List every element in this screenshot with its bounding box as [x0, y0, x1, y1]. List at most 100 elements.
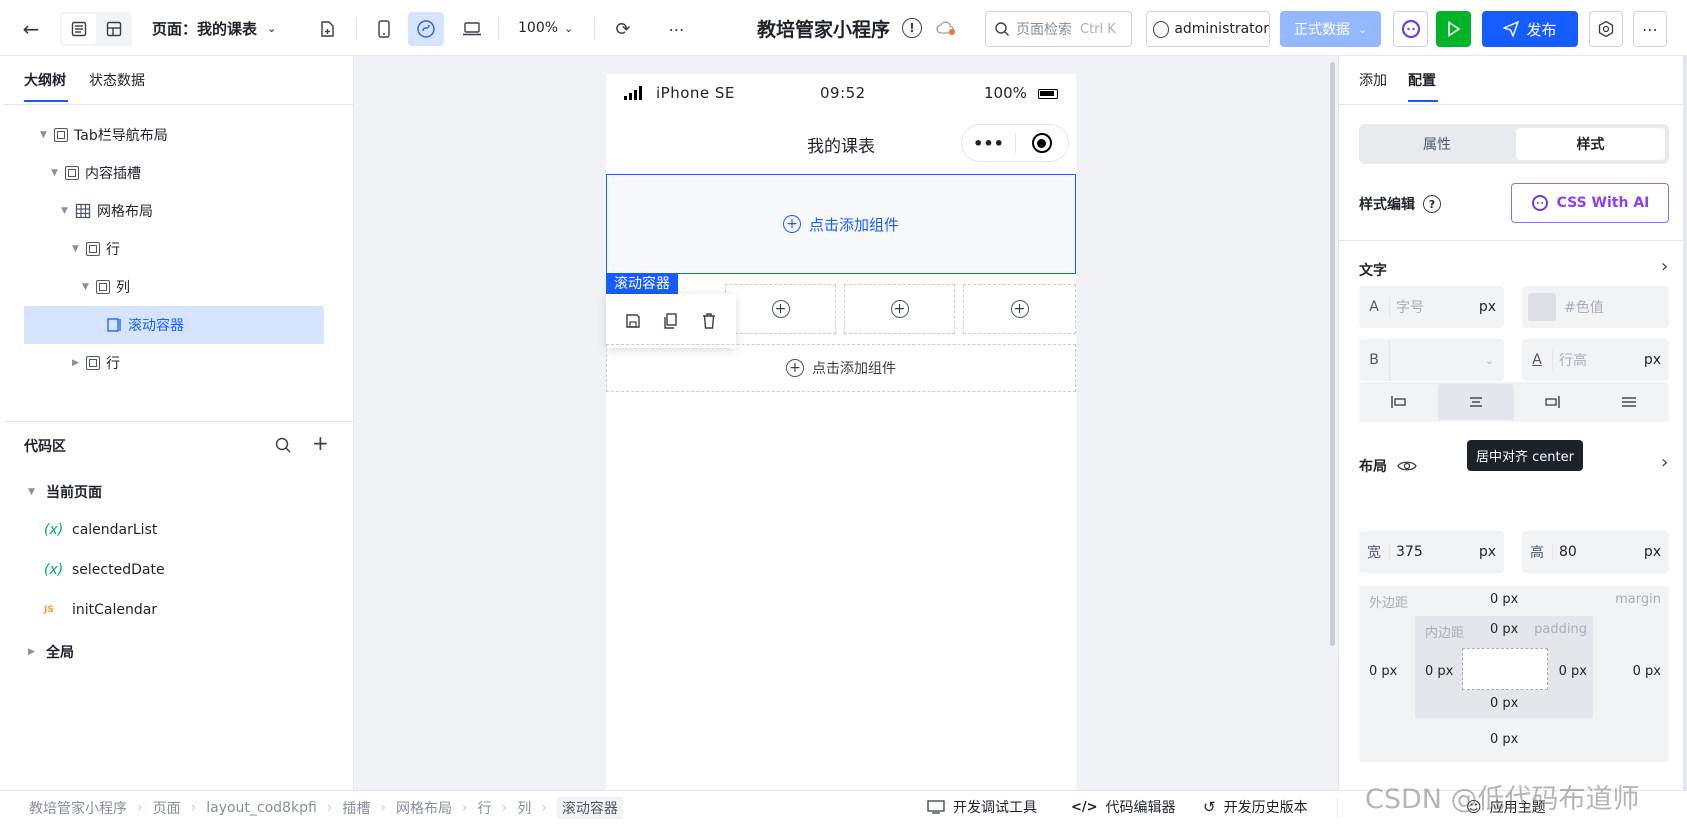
page-view-icon[interactable]	[62, 14, 96, 44]
help-icon[interactable]: ?	[1423, 195, 1441, 213]
tree-node-scroll-container[interactable]: 滚动容器	[24, 306, 324, 344]
tree-node-label: 网格布局	[97, 204, 153, 220]
user-menu[interactable]: administrator	[1146, 11, 1270, 47]
breadcrumb-item[interactable]: 列	[517, 798, 531, 818]
miniprogram-device-icon[interactable]	[408, 12, 444, 46]
close-miniprogram-icon[interactable]	[1016, 133, 1068, 153]
css-with-ai-button[interactable]: CSS With AI	[1511, 183, 1669, 223]
breadcrumb-item[interactable]: 页面	[153, 798, 181, 818]
tab-config[interactable]: 配置	[1408, 70, 1436, 90]
tree-node-row[interactable]: ▶ 行	[24, 344, 324, 382]
dev-tools-button[interactable]: 开发调试工具	[927, 797, 1037, 817]
grid-cell-slot[interactable]: +	[844, 284, 955, 334]
preview-play-button[interactable]	[1436, 11, 1471, 47]
mobile-device-icon[interactable]	[367, 12, 401, 46]
tab-add[interactable]: 添加	[1359, 70, 1387, 90]
breadcrumb-item[interactable]: 插槽	[342, 798, 370, 818]
padding-bottom-value[interactable]: 0 px	[1490, 696, 1518, 711]
layout-view-icon[interactable]	[98, 14, 130, 44]
back-arrow-icon[interactable]: ←	[18, 16, 44, 42]
breadcrumb-item[interactable]: layout_cod8kpfi	[206, 800, 317, 816]
data-env-select[interactable]: 正式数据 ⌄	[1280, 11, 1381, 47]
segment-style[interactable]: 样式	[1516, 128, 1665, 160]
app-title: 教培管家小程序	[757, 19, 891, 41]
breadcrumb-item-current[interactable]: 滚动容器	[556, 797, 623, 819]
settings-button[interactable]	[1589, 11, 1623, 47]
tab-outline-tree[interactable]: 大纲树	[24, 70, 66, 90]
eye-icon[interactable]	[1397, 459, 1417, 473]
grid-cell-slot[interactable]: +	[963, 284, 1076, 334]
color-field[interactable]: #色值	[1522, 286, 1669, 328]
breadcrumb-item[interactable]: 网格布局	[396, 798, 452, 818]
code-editor-label: 代码编辑器	[1105, 800, 1176, 816]
margin-right-value[interactable]: 0 px	[1633, 664, 1661, 679]
color-swatch[interactable]	[1528, 293, 1556, 321]
add-component-slot[interactable]: + 点击添加组件	[606, 174, 1076, 274]
more-icon[interactable]: ⋯	[664, 16, 690, 42]
page-selector[interactable]: 页面：我的课表 ⌄	[152, 16, 276, 40]
publish-button[interactable]: 发布	[1482, 11, 1578, 47]
panel-scrollbar-track[interactable]	[1683, 56, 1687, 790]
add-component-slot[interactable]: + 点击添加组件	[606, 344, 1076, 392]
history-button[interactable]: ↺ 开发历史版本	[1203, 797, 1308, 817]
font-weight-select[interactable]: B ⌄	[1359, 339, 1504, 381]
copy-icon[interactable]	[662, 312, 680, 330]
tree-node-row[interactable]: ▼ 行	[24, 230, 324, 268]
active-tab-indicator	[24, 100, 68, 102]
segment-properties[interactable]: 属性	[1363, 128, 1511, 160]
breadcrumb-item[interactable]: 行	[478, 798, 492, 818]
grid-cell-slot[interactable]: +	[725, 284, 836, 334]
margin-left-value[interactable]: 0 px	[1369, 664, 1397, 679]
tree-node-label: 内容插槽	[85, 166, 141, 182]
code-item[interactable]: (x) calendarList	[44, 522, 157, 538]
current-page-label: 当前页面	[46, 485, 102, 501]
font-size-icon: A	[1369, 299, 1379, 315]
zoom-select[interactable]: 100% ⌄	[518, 16, 573, 40]
tree-node-tab-nav[interactable]: ▼ Tab栏导航布局	[24, 116, 324, 154]
tab-state-data[interactable]: 状态数据	[89, 70, 145, 90]
laptop-device-icon[interactable]	[455, 12, 489, 46]
width-field[interactable]: 宽 375 px	[1359, 531, 1504, 573]
line-height-field[interactable]: A 行高 px	[1522, 339, 1669, 381]
padding-left-value[interactable]: 0 px	[1425, 664, 1453, 679]
tree-node-grid-layout[interactable]: ▼ 网格布局	[24, 192, 324, 230]
padding-right-value[interactable]: 0 px	[1559, 664, 1587, 679]
ai-assistant-button[interactable]	[1393, 11, 1428, 47]
divider	[1339, 104, 1687, 105]
height-field[interactable]: 高 80 px	[1522, 531, 1669, 573]
tree-node-column[interactable]: ▼ 列	[24, 268, 324, 306]
chevron-right-icon[interactable]: ›	[1661, 452, 1668, 473]
font-size-field[interactable]: A 字号 px	[1359, 286, 1504, 328]
search-shortcut: Ctrl K	[1080, 21, 1116, 37]
canvas-scrollbar[interactable]	[1330, 62, 1335, 646]
capsule-menu[interactable]: •••	[961, 124, 1069, 162]
refresh-icon[interactable]: ⟳	[610, 16, 636, 42]
breadcrumb-item[interactable]: 教培管家小程序	[29, 798, 127, 818]
search-icon[interactable]	[274, 436, 292, 454]
save-icon[interactable]	[624, 312, 642, 330]
cloud-sync-icon[interactable]	[934, 18, 958, 38]
chevron-right-icon[interactable]: ›	[1661, 256, 1668, 277]
current-page-group[interactable]: ▼ 当前页面	[28, 482, 102, 502]
align-right-icon[interactable]	[1514, 384, 1591, 420]
padding-top-value[interactable]: 0 px	[1490, 622, 1518, 637]
margin-top-value[interactable]: 0 px	[1490, 592, 1518, 607]
add-icon[interactable]: +	[312, 431, 329, 455]
tree-node-content-slot[interactable]: ▼ 内容插槽	[24, 154, 324, 192]
page-search-input[interactable]: 页面检索 Ctrl K	[985, 11, 1132, 47]
global-group[interactable]: ▶ 全局	[28, 642, 74, 662]
code-item[interactable]: (x) selectedDate	[44, 562, 165, 578]
align-justify-icon[interactable]	[1591, 384, 1668, 420]
container-icon	[86, 356, 100, 370]
more-menu-button[interactable]: ⋯	[1633, 11, 1667, 47]
active-tab-indicator	[1408, 100, 1438, 102]
more-dots-icon[interactable]: •••	[962, 134, 1015, 153]
new-page-icon[interactable]	[314, 16, 340, 42]
trash-icon[interactable]	[700, 312, 718, 330]
code-editor-button[interactable]: </> 代码编辑器	[1071, 797, 1176, 817]
align-center-icon[interactable]	[1437, 384, 1514, 420]
align-left-icon[interactable]	[1361, 384, 1438, 420]
margin-bottom-value[interactable]: 0 px	[1490, 732, 1518, 747]
code-item[interactable]: JS initCalendar	[44, 602, 157, 618]
info-icon[interactable]: !	[902, 18, 922, 38]
